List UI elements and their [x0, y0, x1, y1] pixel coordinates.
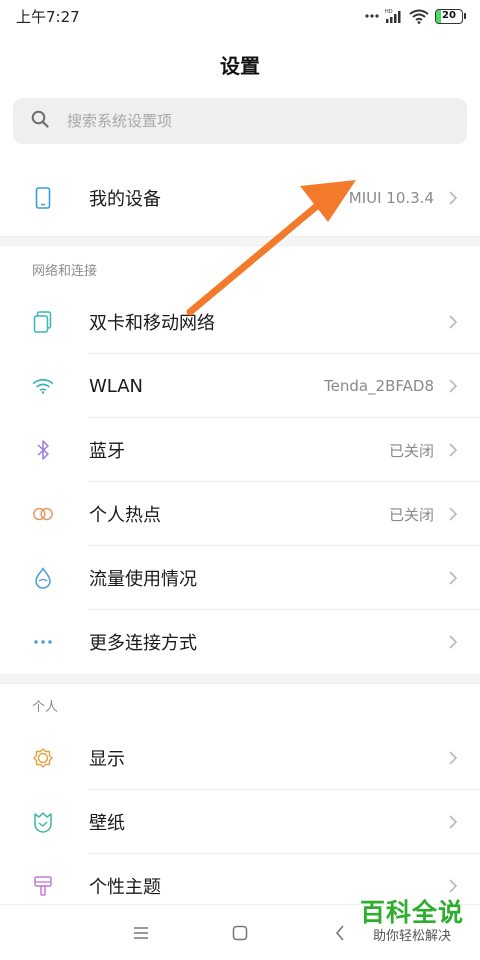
chevron-right-icon: [448, 378, 458, 394]
settings-item-value: MIUI 10.3.4: [348, 189, 434, 207]
more-icon: [32, 631, 54, 653]
settings-item-label: 流量使用情况: [89, 569, 197, 590]
data-usage-icon: [32, 567, 54, 589]
settings-item-label: 蓝牙: [89, 441, 125, 462]
chevron-right-icon: [448, 190, 458, 206]
settings-item-data-usage[interactable]: 流量使用情况: [0, 546, 480, 610]
settings-item-label: 更多连接方式: [89, 633, 197, 654]
search-bar[interactable]: [13, 98, 467, 144]
more-notifications-icon: [365, 13, 379, 19]
settings-item-wallpaper[interactable]: 壁纸: [0, 790, 480, 854]
signal-hd-icon: HD: [385, 8, 403, 24]
search-icon: [31, 110, 67, 132]
chevron-right-icon: [448, 506, 458, 522]
chevron-right-icon: [448, 314, 458, 330]
chevron-right-icon: [448, 634, 458, 650]
sim-card-icon: [32, 311, 54, 333]
settings-item-bluetooth[interactable]: 蓝牙 已关闭: [0, 418, 480, 482]
settings-item-value: 已关闭: [388, 441, 434, 460]
watermark-logo: 百科全说 助你轻松解决: [352, 898, 472, 946]
search-input[interactable]: [67, 112, 407, 130]
page-title: 设置: [220, 54, 260, 78]
settings-item-my-device[interactable]: 我的设备 MIUI 10.3.4: [0, 166, 480, 230]
battery-icon: 20: [435, 8, 466, 24]
settings-item-wlan[interactable]: WLAN Tenda_2BFAD8: [0, 354, 480, 418]
theme-brush-icon: [32, 875, 54, 897]
settings-item-display[interactable]: 显示: [0, 726, 480, 790]
chevron-right-icon: [448, 878, 458, 894]
settings-item-label: 显示: [89, 749, 125, 770]
svg-text:HD: HD: [385, 9, 393, 15]
chevron-right-icon: [448, 442, 458, 458]
watermark-title: 百科全说: [359, 898, 464, 927]
wifi-icon: [32, 375, 54, 397]
settings-item-label: WLAN: [89, 375, 144, 397]
settings-item-label: 壁纸: [89, 813, 125, 834]
watermark-subtitle: 助你轻松解决: [372, 929, 451, 944]
settings-item-value: 已关闭: [388, 505, 434, 524]
settings-item-more-connections[interactable]: 更多连接方式: [0, 610, 480, 674]
chevron-right-icon: [448, 750, 458, 766]
chevron-right-icon: [448, 814, 458, 830]
settings-item-label: 双卡和移动网络: [89, 313, 215, 334]
sun-icon: [32, 747, 54, 769]
section-header-network: 网络和连接: [32, 264, 98, 279]
wallpaper-icon: [32, 811, 54, 833]
status-bar: 上午7:27 HD 20: [0, 0, 480, 32]
phone-icon: [32, 187, 54, 209]
section-header-personal: 个人: [32, 700, 59, 715]
menu-icon[interactable]: [129, 923, 153, 943]
battery-level: 20: [442, 9, 456, 21]
settings-item-hotspot[interactable]: 个人热点 已关闭: [0, 482, 480, 546]
back-icon[interactable]: [328, 923, 352, 943]
settings-item-label: 我的设备: [89, 189, 161, 210]
section-separator: [0, 236, 480, 246]
section-separator: [0, 674, 480, 684]
status-time: 上午7:27: [16, 7, 80, 26]
settings-item-value: Tenda_2BFAD8: [323, 377, 434, 395]
wifi-status-icon: [409, 9, 429, 24]
chevron-right-icon: [448, 570, 458, 586]
settings-item-label: 个性主题: [89, 877, 161, 898]
settings-item-label: 个人热点: [89, 505, 161, 526]
home-icon[interactable]: [228, 923, 252, 943]
bluetooth-icon: [32, 439, 54, 461]
status-icons: HD 20: [365, 8, 466, 24]
settings-item-dual-sim[interactable]: 双卡和移动网络: [0, 290, 480, 354]
hotspot-icon: [32, 503, 54, 525]
